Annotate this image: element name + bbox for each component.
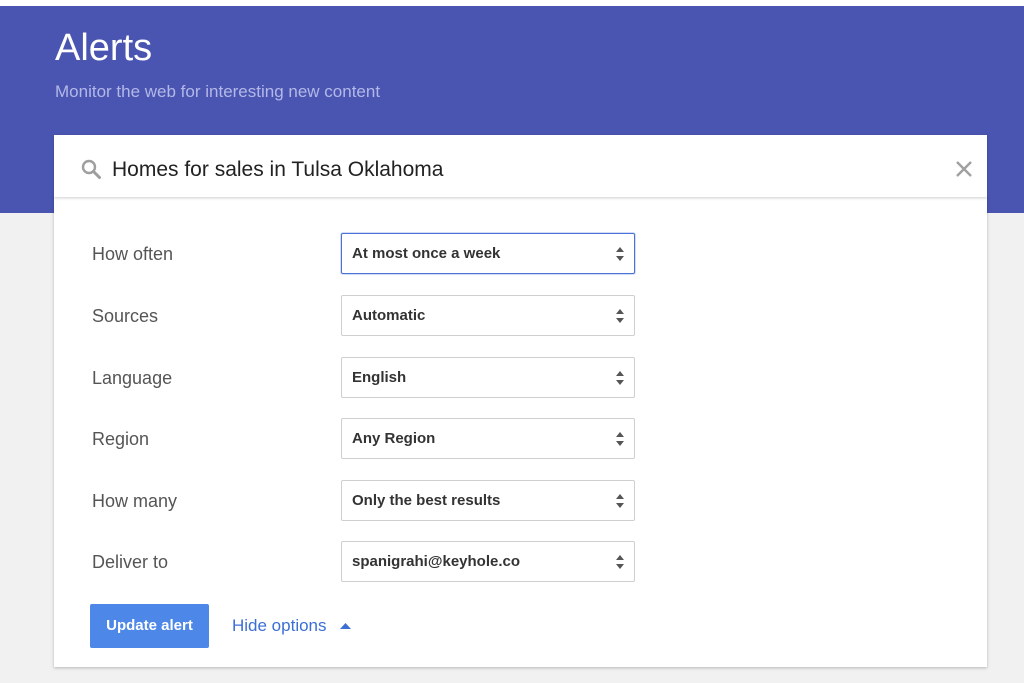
- region-value: Any Region: [352, 430, 436, 447]
- select-arrows-icon: [616, 247, 624, 261]
- region-label: Region: [92, 429, 150, 449]
- how-often-select[interactable]: At most once a week: [341, 233, 635, 274]
- how-often-value: At most once a week: [352, 245, 501, 262]
- search-icon: [81, 159, 101, 179]
- deliver-to-value: spanigrahi@keyhole.co: [352, 553, 521, 570]
- language-label: Language: [92, 368, 173, 388]
- how-many-value: Only the best results: [352, 492, 501, 509]
- page-title: Alerts: [55, 27, 153, 69]
- how-many-select[interactable]: Only the best results: [341, 480, 635, 521]
- sources-select[interactable]: Automatic: [341, 295, 635, 336]
- how-many-label: How many: [92, 491, 178, 511]
- select-arrows-icon: [616, 309, 624, 323]
- language-value: English: [352, 369, 407, 386]
- search-input[interactable]: Homes for sales in Tulsa Oklahoma: [112, 157, 443, 183]
- close-icon[interactable]: [952, 157, 976, 181]
- language-select[interactable]: English: [341, 357, 635, 398]
- sources-label: Sources: [92, 306, 159, 326]
- select-arrows-icon: [616, 371, 624, 385]
- how-often-label: How often: [92, 244, 174, 264]
- hide-options-link[interactable]: Hide options: [232, 615, 327, 637]
- sources-value: Automatic: [352, 307, 426, 324]
- deliver-to-select[interactable]: spanigrahi@keyhole.co: [341, 541, 635, 582]
- select-arrows-icon: [616, 432, 624, 446]
- select-arrows-icon: [616, 555, 624, 569]
- deliver-to-label: Deliver to: [92, 552, 169, 572]
- caret-up-icon[interactable]: [339, 622, 352, 630]
- region-select[interactable]: Any Region: [341, 418, 635, 459]
- select-arrows-icon: [616, 494, 624, 508]
- page-subtitle: Monitor the web for interesting new cont…: [55, 82, 381, 101]
- update-alert-button[interactable]: Update alert: [90, 604, 209, 648]
